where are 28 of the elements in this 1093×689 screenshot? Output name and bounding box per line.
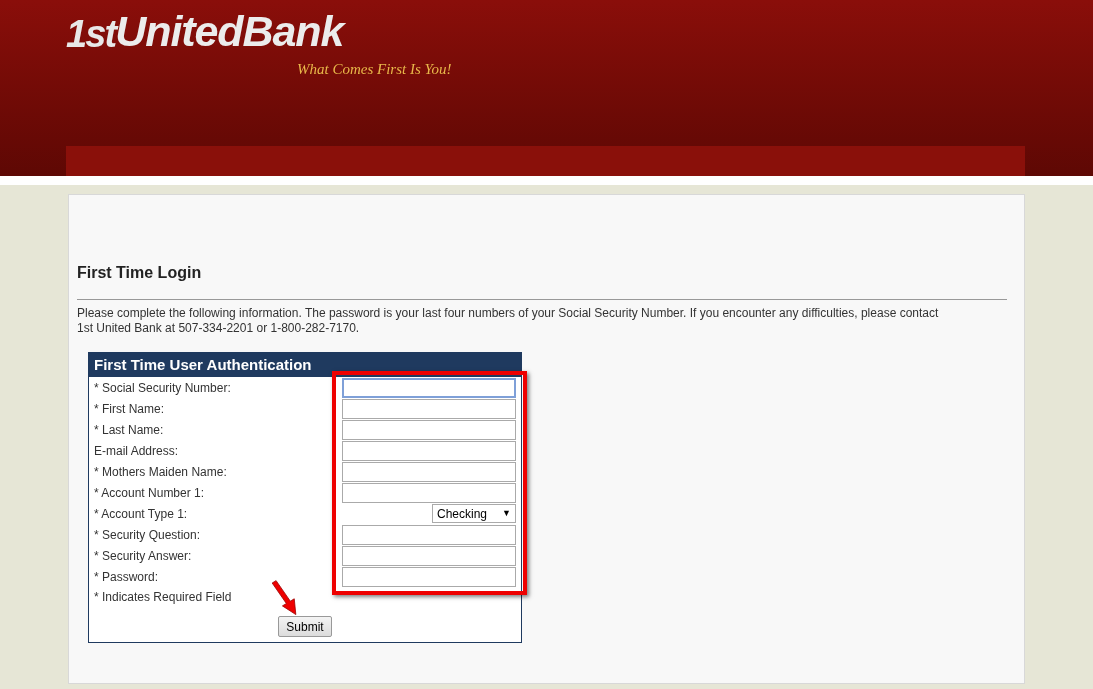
logo-mark: 1st xyxy=(66,15,116,53)
page-heading: First Time Login xyxy=(77,263,203,283)
field-label: * Password: xyxy=(94,568,160,586)
field-label: * Social Security Number: xyxy=(94,379,232,397)
input-field[interactable] xyxy=(342,440,516,461)
field-label: * Last Name: xyxy=(94,421,165,439)
input-field[interactable] xyxy=(342,524,516,545)
arrow-icon xyxy=(269,579,299,617)
input-field[interactable] xyxy=(342,377,516,398)
input-field[interactable] xyxy=(342,419,516,440)
field-label: * Account Type 1: xyxy=(94,505,189,523)
input-field[interactable] xyxy=(342,461,516,482)
input-field[interactable] xyxy=(342,482,516,503)
field-label: * Account Number 1: xyxy=(94,484,206,502)
field-label: * Security Answer: xyxy=(94,547,193,565)
input-field[interactable] xyxy=(342,566,516,587)
input-field[interactable] xyxy=(342,398,516,419)
field-label: E-mail Address: xyxy=(94,442,180,460)
field-label: * Mothers Maiden Name: xyxy=(94,463,228,481)
input-field[interactable] xyxy=(342,545,516,566)
required-note: * Indicates Required Field xyxy=(93,589,233,606)
account-type-select[interactable]: Checking ▼ xyxy=(432,504,516,523)
form-title: First Time User Authentication xyxy=(89,353,521,377)
field-label: * First Name: xyxy=(94,400,165,418)
intro-text: Please complete the following information. The password is your last four numbers of your Social Security Number. If you encounter any difficulties, please contact 1st United Bank at 507-334-2201 or 1-800-282-7170. xyxy=(77,306,940,336)
field-label: * Security Question: xyxy=(94,526,202,544)
submit-button[interactable]: Submit xyxy=(278,616,332,637)
tagline: What Comes First Is You! xyxy=(297,60,452,79)
